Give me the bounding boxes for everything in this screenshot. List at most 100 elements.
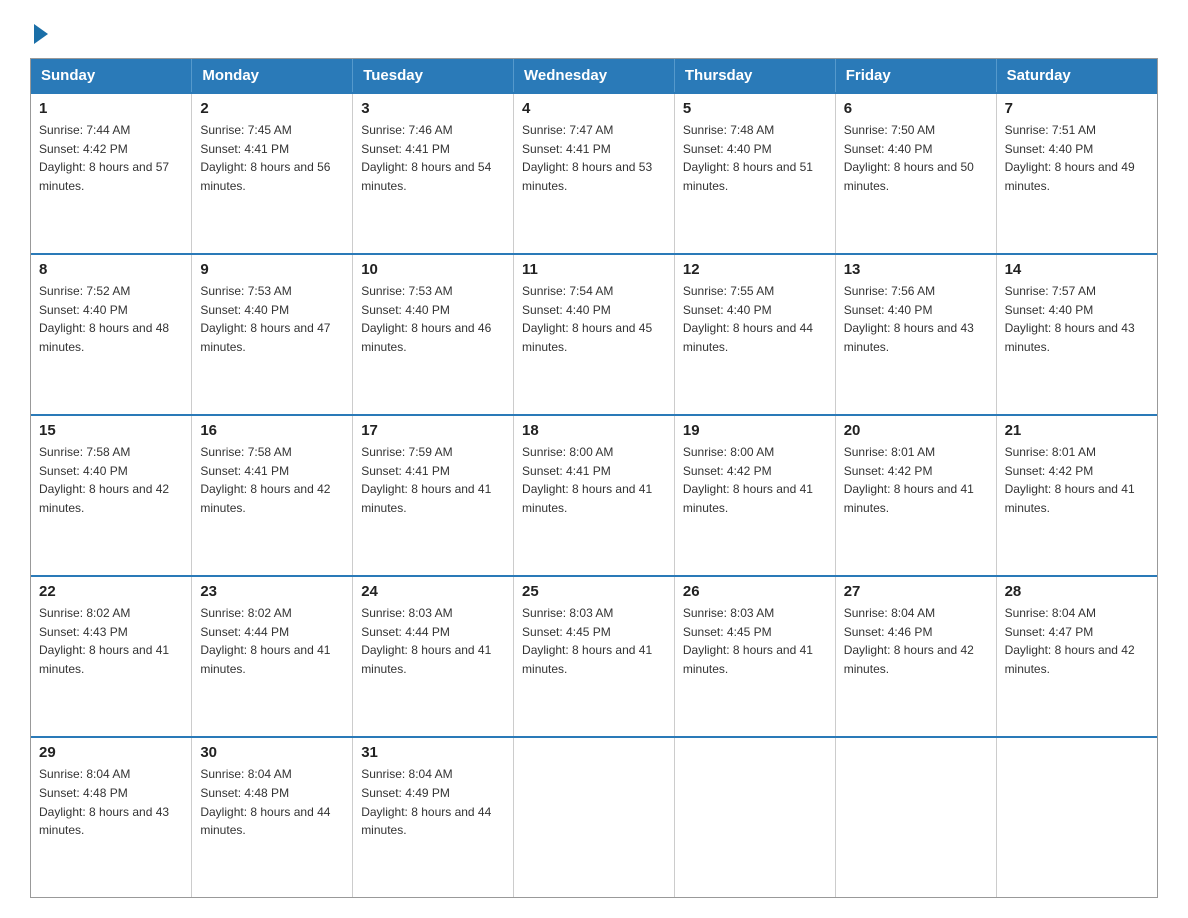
col-header-sunday: Sunday <box>31 59 192 93</box>
calendar-cell: 2 Sunrise: 7:45 AMSunset: 4:41 PMDayligh… <box>192 93 353 254</box>
calendar-cell: 23 Sunrise: 8:02 AMSunset: 4:44 PMDaylig… <box>192 576 353 737</box>
col-header-thursday: Thursday <box>674 59 835 93</box>
day-number: 14 <box>1005 261 1149 278</box>
calendar-cell: 15 Sunrise: 7:58 AMSunset: 4:40 PMDaylig… <box>31 415 192 576</box>
calendar-cell: 18 Sunrise: 8:00 AMSunset: 4:41 PMDaylig… <box>514 415 675 576</box>
calendar-week-3: 15 Sunrise: 7:58 AMSunset: 4:40 PMDaylig… <box>31 415 1157 576</box>
calendar-cell: 29 Sunrise: 8:04 AMSunset: 4:48 PMDaylig… <box>31 737 192 897</box>
day-info: Sunrise: 7:58 AMSunset: 4:40 PMDaylight:… <box>39 445 169 515</box>
calendar-cell <box>996 737 1157 897</box>
calendar-cell: 11 Sunrise: 7:54 AMSunset: 4:40 PMDaylig… <box>514 254 675 415</box>
day-info: Sunrise: 7:59 AMSunset: 4:41 PMDaylight:… <box>361 445 491 515</box>
day-info: Sunrise: 8:00 AMSunset: 4:42 PMDaylight:… <box>683 445 813 515</box>
logo-arrow-icon <box>34 24 48 44</box>
day-number: 17 <box>361 422 505 439</box>
day-info: Sunrise: 8:03 AMSunset: 4:45 PMDaylight:… <box>522 606 652 676</box>
day-number: 24 <box>361 583 505 600</box>
day-info: Sunrise: 7:58 AMSunset: 4:41 PMDaylight:… <box>200 445 330 515</box>
calendar-table: SundayMondayTuesdayWednesdayThursdayFrid… <box>31 59 1157 897</box>
day-number: 27 <box>844 583 988 600</box>
day-info: Sunrise: 8:01 AMSunset: 4:42 PMDaylight:… <box>844 445 974 515</box>
calendar-week-5: 29 Sunrise: 8:04 AMSunset: 4:48 PMDaylig… <box>31 737 1157 897</box>
calendar-cell: 6 Sunrise: 7:50 AMSunset: 4:40 PMDayligh… <box>835 93 996 254</box>
day-info: Sunrise: 8:04 AMSunset: 4:48 PMDaylight:… <box>39 767 169 837</box>
day-info: Sunrise: 7:53 AMSunset: 4:40 PMDaylight:… <box>200 284 330 354</box>
day-info: Sunrise: 8:03 AMSunset: 4:45 PMDaylight:… <box>683 606 813 676</box>
calendar-cell: 4 Sunrise: 7:47 AMSunset: 4:41 PMDayligh… <box>514 93 675 254</box>
day-info: Sunrise: 7:56 AMSunset: 4:40 PMDaylight:… <box>844 284 974 354</box>
calendar-cell: 19 Sunrise: 8:00 AMSunset: 4:42 PMDaylig… <box>674 415 835 576</box>
calendar-week-1: 1 Sunrise: 7:44 AMSunset: 4:42 PMDayligh… <box>31 93 1157 254</box>
day-info: Sunrise: 7:53 AMSunset: 4:40 PMDaylight:… <box>361 284 491 354</box>
calendar-cell: 27 Sunrise: 8:04 AMSunset: 4:46 PMDaylig… <box>835 576 996 737</box>
day-number: 20 <box>844 422 988 439</box>
day-number: 10 <box>361 261 505 278</box>
day-info: Sunrise: 7:55 AMSunset: 4:40 PMDaylight:… <box>683 284 813 354</box>
day-number: 22 <box>39 583 183 600</box>
day-number: 31 <box>361 744 505 761</box>
day-number: 9 <box>200 261 344 278</box>
day-number: 1 <box>39 100 183 117</box>
calendar-cell: 17 Sunrise: 7:59 AMSunset: 4:41 PMDaylig… <box>353 415 514 576</box>
day-info: Sunrise: 7:52 AMSunset: 4:40 PMDaylight:… <box>39 284 169 354</box>
col-header-monday: Monday <box>192 59 353 93</box>
calendar-cell: 14 Sunrise: 7:57 AMSunset: 4:40 PMDaylig… <box>996 254 1157 415</box>
calendar-cell <box>674 737 835 897</box>
col-header-wednesday: Wednesday <box>514 59 675 93</box>
day-info: Sunrise: 8:01 AMSunset: 4:42 PMDaylight:… <box>1005 445 1135 515</box>
day-number: 21 <box>1005 422 1149 439</box>
calendar-cell <box>835 737 996 897</box>
calendar-cell: 1 Sunrise: 7:44 AMSunset: 4:42 PMDayligh… <box>31 93 192 254</box>
day-info: Sunrise: 7:47 AMSunset: 4:41 PMDaylight:… <box>522 123 652 193</box>
day-number: 26 <box>683 583 827 600</box>
day-number: 29 <box>39 744 183 761</box>
day-info: Sunrise: 8:04 AMSunset: 4:48 PMDaylight:… <box>200 767 330 837</box>
day-info: Sunrise: 8:02 AMSunset: 4:43 PMDaylight:… <box>39 606 169 676</box>
day-info: Sunrise: 7:54 AMSunset: 4:40 PMDaylight:… <box>522 284 652 354</box>
day-number: 13 <box>844 261 988 278</box>
day-number: 11 <box>522 261 666 278</box>
day-info: Sunrise: 8:04 AMSunset: 4:49 PMDaylight:… <box>361 767 491 837</box>
col-header-saturday: Saturday <box>996 59 1157 93</box>
day-number: 25 <box>522 583 666 600</box>
day-number: 2 <box>200 100 344 117</box>
calendar-week-4: 22 Sunrise: 8:02 AMSunset: 4:43 PMDaylig… <box>31 576 1157 737</box>
header <box>30 20 1158 40</box>
calendar-cell: 31 Sunrise: 8:04 AMSunset: 4:49 PMDaylig… <box>353 737 514 897</box>
day-info: Sunrise: 7:44 AMSunset: 4:42 PMDaylight:… <box>39 123 169 193</box>
logo-top <box>30 20 48 44</box>
calendar-cell: 7 Sunrise: 7:51 AMSunset: 4:40 PMDayligh… <box>996 93 1157 254</box>
day-number: 12 <box>683 261 827 278</box>
day-number: 3 <box>361 100 505 117</box>
day-info: Sunrise: 8:03 AMSunset: 4:44 PMDaylight:… <box>361 606 491 676</box>
calendar-cell <box>514 737 675 897</box>
calendar-header-row: SundayMondayTuesdayWednesdayThursdayFrid… <box>31 59 1157 93</box>
day-number: 4 <box>522 100 666 117</box>
day-number: 23 <box>200 583 344 600</box>
day-number: 15 <box>39 422 183 439</box>
day-info: Sunrise: 7:57 AMSunset: 4:40 PMDaylight:… <box>1005 284 1135 354</box>
page: SundayMondayTuesdayWednesdayThursdayFrid… <box>0 0 1188 918</box>
day-number: 28 <box>1005 583 1149 600</box>
calendar-cell: 30 Sunrise: 8:04 AMSunset: 4:48 PMDaylig… <box>192 737 353 897</box>
day-info: Sunrise: 7:48 AMSunset: 4:40 PMDaylight:… <box>683 123 813 193</box>
day-number: 8 <box>39 261 183 278</box>
day-number: 30 <box>200 744 344 761</box>
col-header-friday: Friday <box>835 59 996 93</box>
calendar-cell: 9 Sunrise: 7:53 AMSunset: 4:40 PMDayligh… <box>192 254 353 415</box>
day-number: 7 <box>1005 100 1149 117</box>
day-info: Sunrise: 8:00 AMSunset: 4:41 PMDaylight:… <box>522 445 652 515</box>
calendar-cell: 13 Sunrise: 7:56 AMSunset: 4:40 PMDaylig… <box>835 254 996 415</box>
logo <box>30 20 48 40</box>
calendar-cell: 12 Sunrise: 7:55 AMSunset: 4:40 PMDaylig… <box>674 254 835 415</box>
calendar-cell: 22 Sunrise: 8:02 AMSunset: 4:43 PMDaylig… <box>31 576 192 737</box>
calendar-cell: 24 Sunrise: 8:03 AMSunset: 4:44 PMDaylig… <box>353 576 514 737</box>
calendar-cell: 3 Sunrise: 7:46 AMSunset: 4:41 PMDayligh… <box>353 93 514 254</box>
calendar-cell: 25 Sunrise: 8:03 AMSunset: 4:45 PMDaylig… <box>514 576 675 737</box>
day-number: 5 <box>683 100 827 117</box>
calendar-cell: 10 Sunrise: 7:53 AMSunset: 4:40 PMDaylig… <box>353 254 514 415</box>
day-info: Sunrise: 8:04 AMSunset: 4:47 PMDaylight:… <box>1005 606 1135 676</box>
calendar-cell: 20 Sunrise: 8:01 AMSunset: 4:42 PMDaylig… <box>835 415 996 576</box>
day-number: 18 <box>522 422 666 439</box>
calendar-cell: 8 Sunrise: 7:52 AMSunset: 4:40 PMDayligh… <box>31 254 192 415</box>
